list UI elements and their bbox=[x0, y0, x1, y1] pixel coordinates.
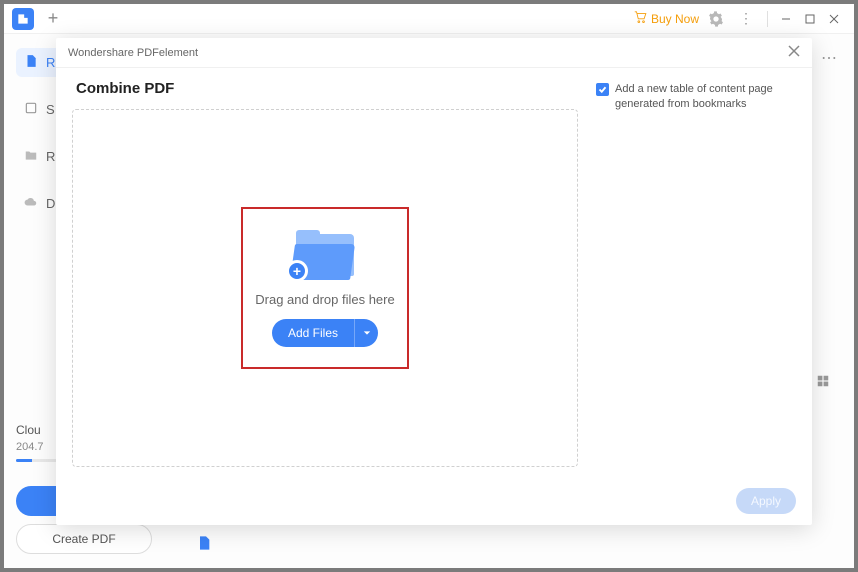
app-window: + Buy Now ⋮ R S R bbox=[4, 4, 854, 568]
sidebar-item-label: D bbox=[46, 196, 55, 211]
drop-hint-text: Drag and drop files here bbox=[255, 292, 394, 307]
new-tab-button[interactable]: + bbox=[44, 10, 62, 28]
folder-plus-icon: + bbox=[290, 230, 360, 280]
close-window-button[interactable] bbox=[822, 7, 846, 31]
dialog-close-button[interactable] bbox=[788, 44, 800, 62]
divider bbox=[767, 11, 768, 27]
apply-button[interactable]: Apply bbox=[736, 488, 796, 514]
folder-icon bbox=[24, 148, 38, 165]
dialog-titlebar: Wondershare PDFelement bbox=[56, 38, 812, 68]
drop-highlight: + Drag and drop files here Add Files bbox=[241, 207, 409, 369]
add-files-label: Add Files bbox=[272, 319, 354, 347]
sidebar-item-label: S bbox=[46, 102, 55, 117]
document-icon bbox=[196, 533, 212, 558]
file-icon bbox=[24, 54, 38, 71]
buy-now-label: Buy Now bbox=[651, 12, 699, 26]
apply-label: Apply bbox=[751, 494, 781, 508]
settings-gear-icon[interactable] bbox=[707, 10, 725, 28]
more-menu-icon[interactable]: ⋮ bbox=[731, 10, 761, 27]
toc-checkbox-label: Add a new table of content page generate… bbox=[615, 82, 796, 113]
drop-zone[interactable]: + Drag and drop files here Add Files bbox=[72, 109, 578, 467]
dialog-heading: Combine PDF bbox=[76, 80, 578, 97]
maximize-button[interactable] bbox=[798, 7, 822, 31]
titlebar: + Buy Now ⋮ bbox=[4, 4, 854, 34]
cart-icon bbox=[633, 10, 647, 27]
create-pdf-button[interactable]: Create PDF bbox=[16, 524, 152, 554]
add-files-button[interactable]: Add Files bbox=[272, 319, 378, 347]
dialog-window-title: Wondershare PDFelement bbox=[68, 47, 198, 59]
sidebar-item-label: R bbox=[46, 149, 55, 164]
toc-checkbox[interactable] bbox=[596, 83, 609, 96]
sidebar-item-label: R bbox=[46, 55, 55, 70]
square-icon bbox=[24, 101, 38, 118]
dialog-right-panel: Add a new table of content page generate… bbox=[596, 80, 796, 467]
content-more-icon[interactable]: ⋯ bbox=[821, 48, 838, 68]
app-logo-icon bbox=[12, 8, 34, 30]
dialog-footer: Apply bbox=[56, 477, 812, 525]
grid-view-icon[interactable] bbox=[816, 374, 830, 393]
create-pdf-label: Create PDF bbox=[52, 532, 115, 546]
toc-checkbox-row[interactable]: Add a new table of content page generate… bbox=[596, 82, 796, 113]
dialog-body: Combine PDF + Drag and drop files here A… bbox=[56, 68, 812, 477]
dialog-left-panel: Combine PDF + Drag and drop files here A… bbox=[72, 80, 578, 467]
minimize-button[interactable] bbox=[774, 7, 798, 31]
combine-pdf-dialog: Wondershare PDFelement Combine PDF + bbox=[56, 38, 812, 525]
chevron-down-icon[interactable] bbox=[354, 319, 378, 347]
cloud-icon bbox=[24, 195, 38, 212]
buy-now-link[interactable]: Buy Now bbox=[633, 10, 699, 27]
